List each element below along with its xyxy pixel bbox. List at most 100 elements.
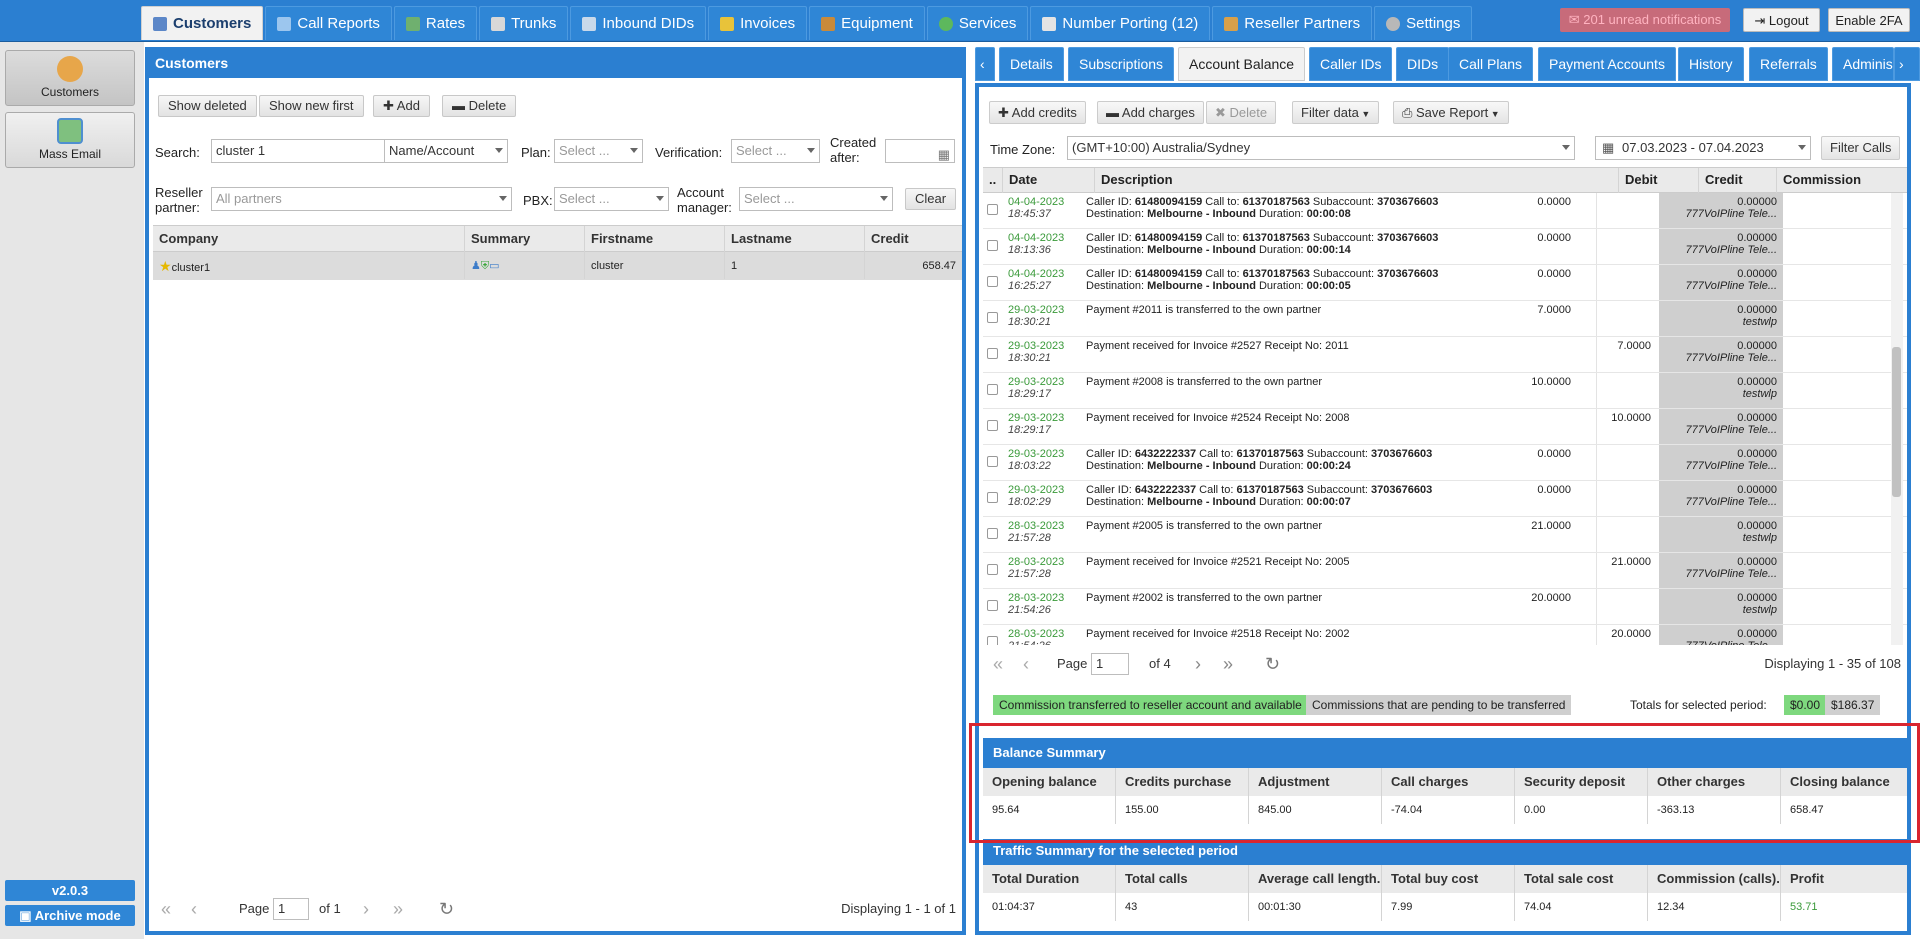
refresh-icon[interactable]: ↻ <box>439 898 454 920</box>
table-row[interactable]: 28-03-2023 21:57:28 Payment #2005 is trans… <box>983 517 1907 553</box>
last-page-icon[interactable]: » <box>393 898 403 920</box>
delete-entry-button[interactable]: ✖ Delete <box>1206 101 1277 124</box>
version-button[interactable]: v2.0.3 <box>5 880 135 901</box>
reseller-partner-select[interactable]: All partners <box>211 187 512 211</box>
row-checkbox[interactable] <box>987 456 998 467</box>
scroll-left-icon[interactable]: ‹ <box>975 47 995 81</box>
scroll-right-icon[interactable]: › <box>1894 47 1920 81</box>
logout-button[interactable]: ⇥ Logout <box>1743 8 1820 32</box>
tab-payment-accounts[interactable]: Payment Accounts <box>1538 47 1676 81</box>
plan-select[interactable]: Select ... <box>554 139 643 163</box>
table-row[interactable]: 04-04-2023 18:13:36 Caller ID: 61480094159… <box>983 229 1907 265</box>
column-debit[interactable]: Debit <box>1619 168 1699 193</box>
row-checkbox[interactable] <box>987 312 998 323</box>
table-row[interactable]: 04-04-2023 16:25:27 Caller ID: 61480094159… <box>983 265 1907 301</box>
tab-call-reports[interactable]: Call Reports <box>265 6 392 40</box>
row-checkbox[interactable] <box>987 204 998 215</box>
row-checkbox[interactable] <box>987 276 998 287</box>
tab-reseller-partners[interactable]: Reseller Partners <box>1212 6 1373 40</box>
table-row[interactable]: 28-03-2023 21:54:26 Payment #2002 is trans… <box>983 589 1907 625</box>
tab-call-plans[interactable]: Call Plans <box>1448 47 1534 81</box>
archive-mode-button[interactable]: ▣ Archive mode <box>5 905 135 926</box>
table-row[interactable]: 29-03-2023 18:29:17 Payment received for I… <box>983 409 1907 445</box>
tab-settings[interactable]: Settings <box>1374 6 1473 40</box>
row-checkbox[interactable] <box>987 420 998 431</box>
column-description[interactable]: Description <box>1095 168 1619 193</box>
row-checkbox[interactable] <box>987 564 998 575</box>
enable-2fa-button[interactable]: Enable 2FA <box>1828 8 1910 32</box>
timezone-select[interactable]: (GMT+10:00) Australia/Sydney <box>1067 136 1575 160</box>
row-checkbox[interactable] <box>987 240 998 251</box>
clear-filters-button[interactable]: Clear <box>905 188 957 210</box>
column-firstname[interactable]: Firstname <box>585 226 725 253</box>
row-checkbox[interactable] <box>987 384 998 395</box>
tab-trunks[interactable]: Trunks <box>479 6 569 40</box>
verification-select[interactable]: Select ... <box>731 139 820 163</box>
row-checkbox[interactable] <box>987 600 998 611</box>
row-checkbox[interactable] <box>987 348 998 359</box>
add-customer-button[interactable]: ✚ Add <box>373 95 430 117</box>
column-commission[interactable]: Commission <box>1777 168 1907 193</box>
pbx-select[interactable]: Select ... <box>554 187 669 211</box>
tab-invoices[interactable]: Invoices <box>708 6 808 40</box>
delete-customer-button[interactable]: ▬ Delete <box>442 95 517 117</box>
table-row[interactable]: 29-03-2023 18:29:17 Payment #2008 is trans… <box>983 373 1907 409</box>
add-credits-button[interactable]: ✚ Add credits <box>989 101 1086 124</box>
tab-subscriptions[interactable]: Subscriptions <box>1068 47 1175 81</box>
date-range-picker[interactable]: ▦ 07.03.2023 - 07.04.2023 <box>1595 136 1811 160</box>
table-row[interactable]: 29-03-2023 18:30:21 Payment #2011 is trans… <box>983 301 1907 337</box>
row-checkbox[interactable] <box>987 636 998 645</box>
filter-calls-button[interactable]: Filter Calls <box>1821 136 1901 160</box>
last-page-icon[interactable]: » <box>1223 653 1233 675</box>
column-lastname[interactable]: Lastname <box>725 226 865 253</box>
show-new-first-button[interactable]: Show new first <box>259 95 364 117</box>
column-credit[interactable]: Credit <box>865 226 962 253</box>
column-summary[interactable]: Summary <box>465 226 585 253</box>
created-after-date-field[interactable]: ▦ <box>885 139 955 163</box>
table-row[interactable]: 29-03-2023 18:03:22 Caller ID: 6432222337 … <box>983 445 1907 481</box>
table-row[interactable]: 28-03-202321:54:26 Payment received for I… <box>983 625 1907 645</box>
search-input[interactable]: cluster 1 <box>211 139 385 163</box>
tab-referrals[interactable]: Referrals <box>1749 47 1828 81</box>
save-report-button[interactable]: ⎙ Save Report ▼ <box>1393 101 1509 124</box>
add-charges-button[interactable]: ▬ Add charges <box>1097 101 1204 124</box>
grid-scrollbar-thumb[interactable] <box>1892 347 1901 497</box>
first-page-icon[interactable]: « <box>161 898 171 920</box>
row-checkbox[interactable] <box>987 492 998 503</box>
search-by-select[interactable]: Name/Account <box>384 139 508 163</box>
next-page-icon[interactable]: › <box>1195 653 1201 675</box>
page-input[interactable]: 1 <box>1091 653 1129 675</box>
sidebar-mass-email-button[interactable]: Mass Email <box>5 112 135 168</box>
refresh-icon[interactable]: ↻ <box>1265 653 1280 675</box>
sidebar-customers-button[interactable]: Customers <box>5 50 135 106</box>
tab-dids[interactable]: DIDs <box>1396 47 1450 81</box>
column-company[interactable]: Company <box>153 226 465 253</box>
table-row[interactable]: 29-03-2023 18:02:29 Caller ID: 6432222337 … <box>983 481 1907 517</box>
first-page-icon[interactable]: « <box>993 653 1003 675</box>
next-page-icon[interactable]: › <box>363 898 369 920</box>
tab-services[interactable]: Services <box>926 6 1029 40</box>
row-checkbox[interactable] <box>987 528 998 539</box>
column-select[interactable]: .. <box>983 168 1003 193</box>
tab-details[interactable]: Details <box>999 47 1064 81</box>
tab-customers[interactable]: Customers <box>141 6 264 40</box>
table-row[interactable]: 28-03-2023 21:57:28 Payment received for I… <box>983 553 1907 589</box>
table-row[interactable]: 04-04-2023 18:45:37 Caller ID: 61480094159… <box>983 193 1907 229</box>
show-deleted-button[interactable]: Show deleted <box>158 95 257 117</box>
page-input[interactable]: 1 <box>273 898 309 920</box>
tab-inbound-dids[interactable]: Inbound DIDs <box>570 6 707 40</box>
tab-equipment[interactable]: Equipment <box>809 6 925 40</box>
column-date[interactable]: Date <box>1003 168 1095 193</box>
column-credit[interactable]: Credit <box>1699 168 1777 193</box>
table-row[interactable]: ★cluster1 ♟⛨▭ cluster 1 658.47 <box>153 252 962 280</box>
tab-history[interactable]: History <box>1678 47 1744 81</box>
tab-number-porting[interactable]: Number Porting (12) <box>1030 6 1211 40</box>
prev-page-icon[interactable]: ‹ <box>1023 653 1029 675</box>
tab-caller-ids[interactable]: Caller IDs <box>1309 47 1393 81</box>
tab-rates[interactable]: Rates <box>393 6 478 40</box>
notifications-button[interactable]: ✉ 201 unread notifications <box>1560 8 1730 32</box>
account-manager-select[interactable]: Select ... <box>739 187 893 211</box>
tab-account-balance[interactable]: Account Balance <box>1178 47 1306 81</box>
table-row[interactable]: 29-03-2023 18:30:21 Payment received for I… <box>983 337 1907 373</box>
filter-data-button[interactable]: Filter data ▼ <box>1292 101 1380 124</box>
